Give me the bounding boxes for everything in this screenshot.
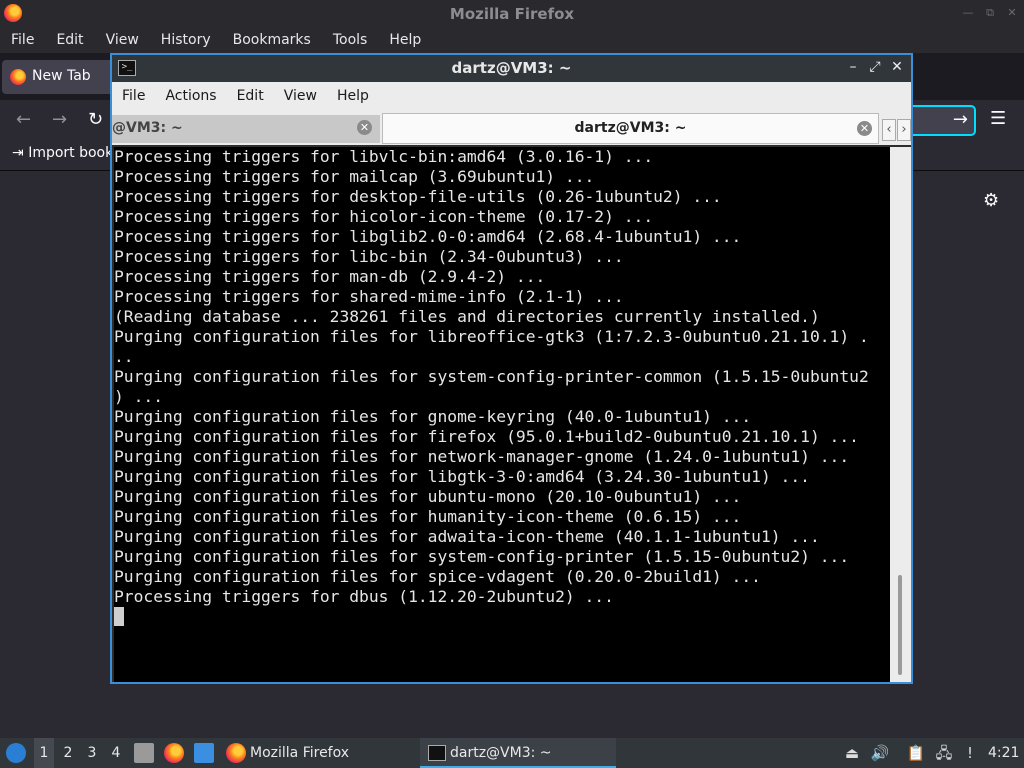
task-terminal[interactable]: dartz@VM3: ~ — [420, 738, 616, 768]
terminal-tab-1[interactable]: @VM3: ~ ✕ — [112, 115, 380, 143]
url-bar[interactable]: → — [912, 105, 976, 136]
firefox-menubar: File Edit View History Bookmarks Tools H… — [0, 29, 1024, 53]
firefox-window-title: Mozilla Firefox — [449, 5, 575, 23]
tab-label: dartz@VM3: ~ — [574, 120, 687, 136]
terminal-text: Processing triggers for libvlc-bin:amd64… — [114, 147, 869, 606]
terminal-titlebar: >_ dartz@VM3: ~ – ⤢ ✕ — [112, 55, 911, 82]
tab-label: @VM3: ~ — [112, 120, 183, 136]
menu-tools[interactable]: Tools — [322, 29, 379, 53]
show-desktop-icon[interactable] — [194, 743, 214, 763]
firefox-tab-icon — [10, 69, 26, 85]
reload-icon[interactable]: ↻ — [88, 109, 103, 130]
menu-actions[interactable]: Actions — [155, 82, 226, 113]
eject-icon[interactable]: ⏏ — [842, 743, 862, 763]
import-bookmarks-link[interactable]: ⇥ Import book — [12, 145, 113, 161]
hamburger-menu-icon[interactable]: ☰ — [990, 108, 1006, 129]
clock[interactable]: 4:21 — [988, 738, 1019, 768]
terminal-menubar: File Actions Edit View Help — [112, 82, 911, 113]
task-label: Mozilla Firefox — [250, 745, 350, 761]
menu-file[interactable]: File — [0, 29, 45, 53]
task-firefox[interactable]: Mozilla Firefox — [222, 738, 416, 768]
minimize-icon[interactable]: – — [845, 58, 861, 76]
file-manager-icon[interactable] — [134, 743, 154, 763]
back-icon[interactable]: ← — [16, 109, 31, 130]
task-label: dartz@VM3: ~ — [450, 745, 552, 761]
forward-icon[interactable]: → — [52, 109, 67, 130]
terminal-scrollbar[interactable] — [890, 147, 911, 682]
minimize-icon[interactable]: — — [962, 7, 974, 19]
clipboard-icon[interactable]: 📋 — [906, 743, 926, 763]
terminal-cursor — [114, 607, 124, 626]
start-menu-icon[interactable] — [6, 743, 26, 763]
volume-icon[interactable]: 🔊 — [870, 743, 890, 763]
tab-label: New Tab — [32, 68, 91, 84]
menu-help[interactable]: Help — [327, 82, 379, 113]
menu-edit[interactable]: Edit — [45, 29, 94, 53]
terminal-title: dartz@VM3: ~ — [451, 59, 572, 77]
tab-scroll-right-icon[interactable]: › — [897, 119, 911, 141]
terminal-tab-bar: @VM3: ~ ✕ dartz@VM3: ~ ✕ ‹ › — [112, 113, 911, 145]
workspace-2[interactable]: 2 — [58, 738, 78, 768]
scrollbar-thumb[interactable] — [898, 575, 902, 675]
tab-new-tab[interactable]: New Tab — [2, 60, 114, 94]
workspace-4[interactable]: 4 — [106, 738, 126, 768]
notification-icon[interactable]: ! — [960, 743, 980, 763]
workspace-1[interactable]: 1 — [34, 738, 54, 768]
close-icon[interactable]: ✕ — [889, 58, 905, 76]
menu-view[interactable]: View — [95, 29, 150, 53]
gear-icon[interactable]: ⚙ — [983, 190, 999, 211]
terminal-window: >_ dartz@VM3: ~ – ⤢ ✕ File Actions Edit … — [110, 53, 913, 684]
network-icon[interactable]: 🖧 — [934, 743, 954, 763]
menu-file[interactable]: File — [112, 82, 155, 113]
maximize-icon[interactable]: ⧉ — [984, 7, 996, 19]
firefox-titlebar: Mozilla Firefox — ⧉ ✕ — [0, 0, 1024, 29]
go-arrow-icon[interactable]: → — [953, 109, 968, 130]
terminal-output[interactable]: Processing triggers for libvlc-bin:amd64… — [114, 147, 890, 682]
tab-scroll-left-icon[interactable]: ‹ — [882, 119, 896, 141]
menu-view[interactable]: View — [274, 82, 327, 113]
menu-bookmarks[interactable]: Bookmarks — [222, 29, 322, 53]
menu-history[interactable]: History — [150, 29, 222, 53]
close-icon[interactable]: ✕ — [1006, 7, 1018, 19]
firefox-icon — [226, 743, 246, 763]
terminal-icon — [428, 745, 446, 761]
workspace-3[interactable]: 3 — [82, 738, 102, 768]
menu-help[interactable]: Help — [378, 29, 432, 53]
taskbar: 1 2 3 4 Mozilla Firefox dartz@VM3: ~ ⏏ 🔊… — [0, 738, 1024, 768]
terminal-tab-2[interactable]: dartz@VM3: ~ ✕ — [382, 113, 879, 144]
menu-edit[interactable]: Edit — [227, 82, 274, 113]
close-tab-icon[interactable]: ✕ — [357, 120, 372, 135]
close-tab-icon[interactable]: ✕ — [857, 121, 872, 136]
firefox-launcher-icon[interactable] — [164, 743, 184, 763]
maximize-icon[interactable]: ⤢ — [867, 58, 883, 76]
